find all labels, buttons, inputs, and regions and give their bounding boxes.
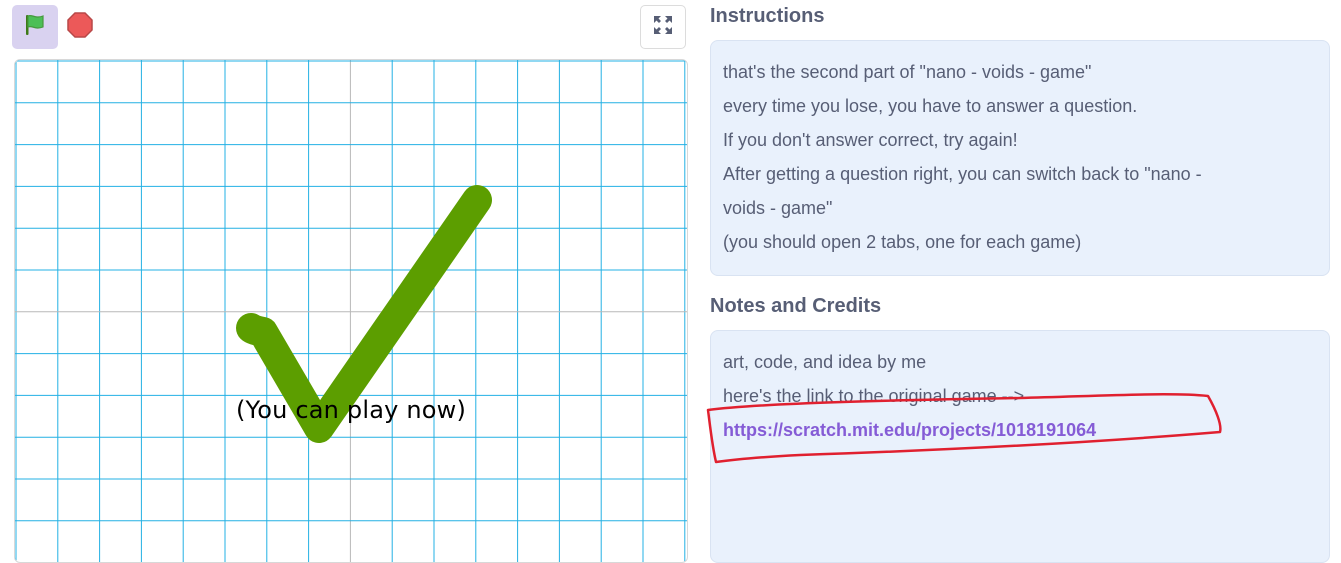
notes-title: Notes and Credits: [710, 295, 882, 317]
instructions-line: (you should open 2 tabs, one for each ga…: [723, 232, 1082, 252]
original-game-link[interactable]: https://scratch.mit.edu/projects/1018191…: [723, 413, 1317, 447]
notes-line: art, code, and idea by me: [723, 352, 927, 372]
stop-sign-icon: [66, 11, 94, 44]
instructions-line: that's the second part of "nano - voids …: [723, 62, 1092, 82]
instructions-panel: that's the second part of "nano - voids …: [710, 40, 1330, 276]
instructions-line: voids - game": [723, 198, 833, 218]
instructions-line: every time you lose, you have to answer …: [723, 96, 1138, 116]
stop-button[interactable]: [65, 11, 95, 44]
stage-caption: (You can play now): [235, 396, 467, 424]
fullscreen-icon: [652, 14, 674, 41]
green-flag-button[interactable]: [12, 5, 58, 49]
instructions-title: Instructions: [710, 5, 825, 27]
notes-line: here's the link to the original game -->: [723, 386, 1025, 406]
instructions-line: If you don't answer correct, try again!: [723, 130, 1018, 150]
instructions-line: After getting a question right, you can …: [723, 164, 1202, 184]
green-flag-icon: [23, 13, 47, 42]
checkmark-icon: [236, 185, 492, 443]
project-stage[interactable]: (You can play now): [14, 59, 688, 563]
notes-panel: art, code, and idea by me here's the lin…: [710, 330, 1330, 563]
fullscreen-button[interactable]: [640, 5, 686, 49]
